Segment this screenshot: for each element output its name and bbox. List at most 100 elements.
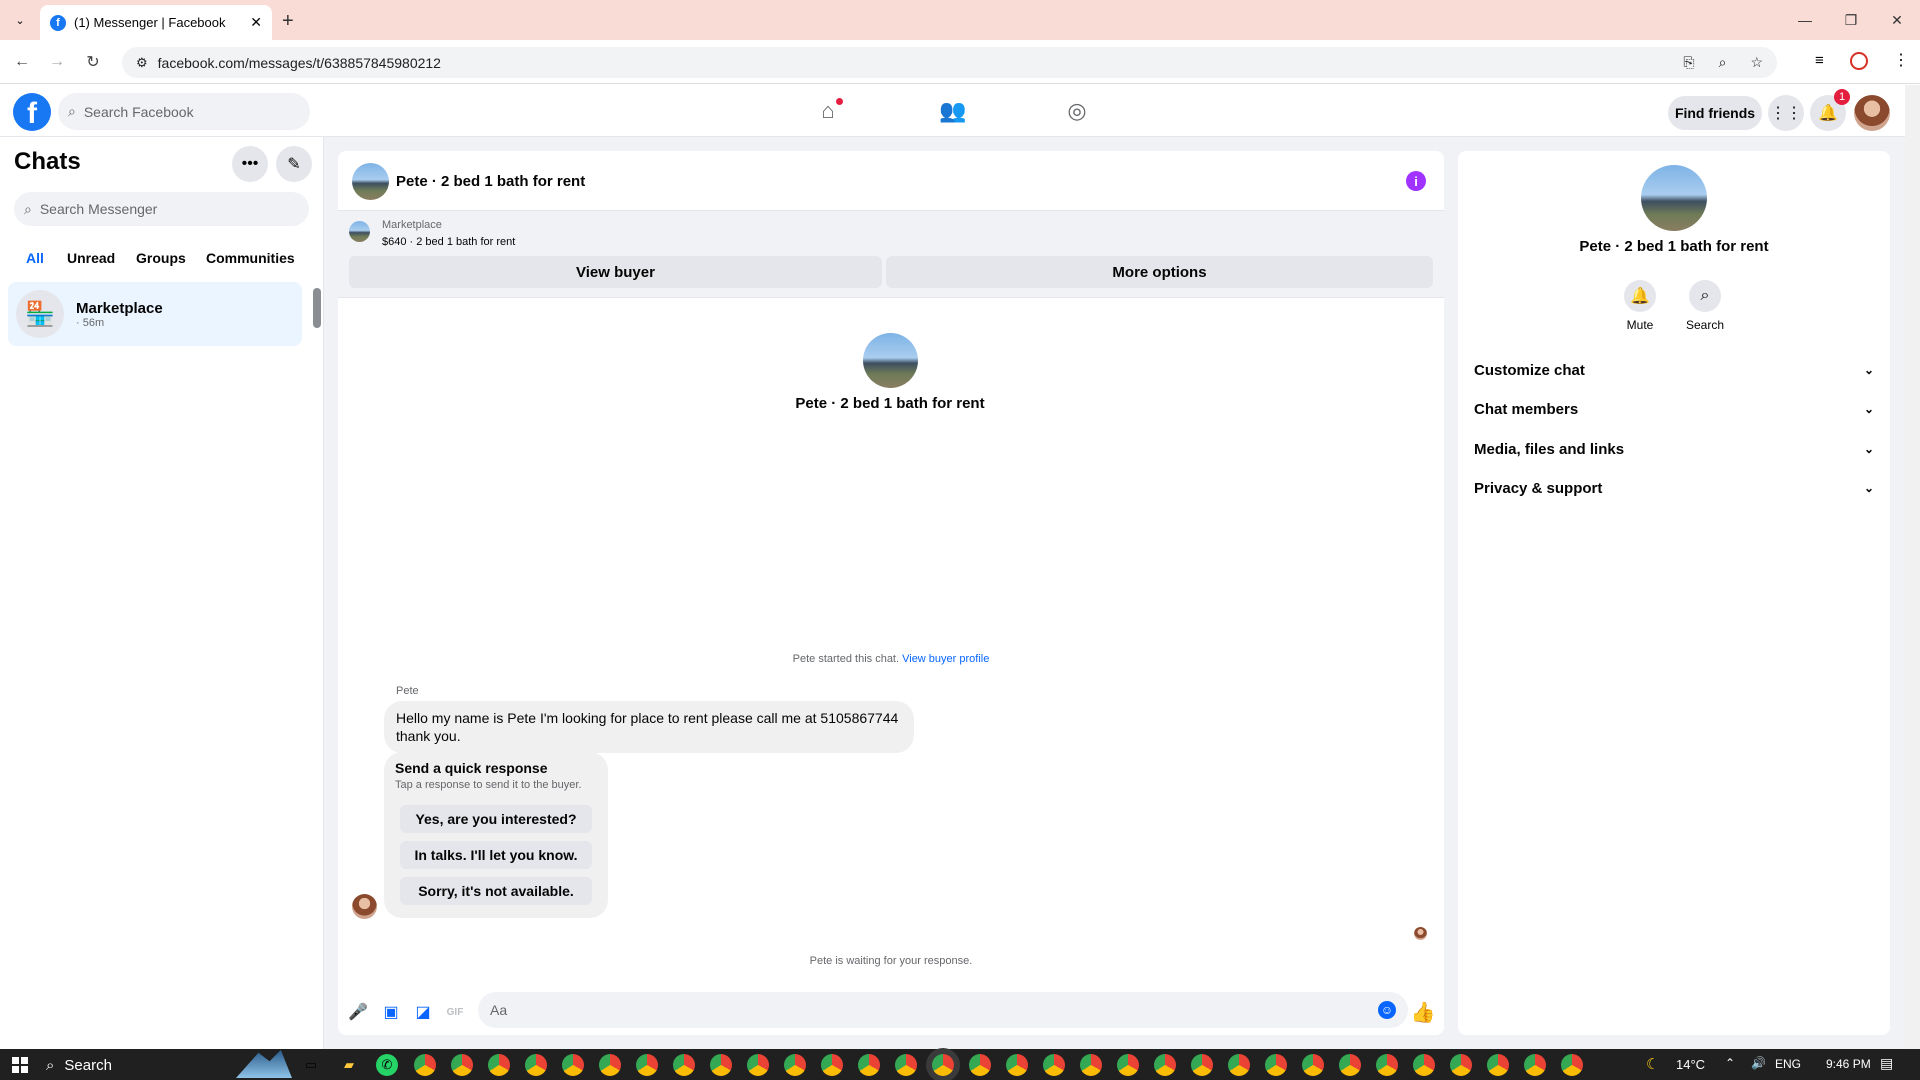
filter-communities[interactable]: Communities bbox=[206, 246, 295, 272]
whatsapp-icon[interactable]: ✆ bbox=[376, 1054, 398, 1076]
chrome-icon[interactable] bbox=[414, 1054, 436, 1076]
tab-search-icon[interactable]: ⌄ bbox=[10, 10, 30, 30]
chrome-icon[interactable] bbox=[1043, 1054, 1065, 1076]
chrome-icon[interactable] bbox=[1450, 1054, 1472, 1076]
browser-tab[interactable]: f (1) Messenger | Facebook ✕ bbox=[40, 5, 272, 40]
clock-time[interactable]: 9:46 PM bbox=[1826, 1057, 1871, 1071]
chrome-icon[interactable] bbox=[525, 1054, 547, 1076]
account-avatar[interactable] bbox=[1854, 95, 1890, 131]
quick-reply-button[interactable]: Sorry, it's not available. bbox=[400, 877, 592, 905]
forward-icon[interactable]: → bbox=[43, 48, 71, 76]
chrome-icon[interactable] bbox=[673, 1054, 695, 1076]
volume-icon[interactable]: 🔊 bbox=[1751, 1056, 1766, 1070]
zoom-icon[interactable]: ⌕ bbox=[1719, 54, 1727, 71]
section-customize-chat[interactable]: Customize chat ⌄ bbox=[1472, 354, 1876, 386]
page-scrollbar[interactable] bbox=[1905, 85, 1920, 1049]
chrome-icon[interactable] bbox=[784, 1054, 806, 1076]
chrome-icon[interactable] bbox=[858, 1054, 880, 1076]
sidebar-scrollbar[interactable] bbox=[313, 288, 321, 328]
microphone-icon[interactable]: 🎤 bbox=[347, 1001, 369, 1023]
close-window-icon[interactable]: ✕ bbox=[1874, 0, 1920, 40]
messenger-search-input[interactable]: ⌕ Search Messenger bbox=[14, 192, 309, 226]
chrome-icon[interactable] bbox=[1080, 1054, 1102, 1076]
menu-grid-icon[interactable]: ⋮⋮ bbox=[1768, 95, 1804, 131]
chrome-icon[interactable] bbox=[488, 1054, 510, 1076]
chrome-icon[interactable] bbox=[1339, 1054, 1361, 1076]
back-icon[interactable]: ← bbox=[8, 48, 36, 76]
chrome-icon[interactable] bbox=[1191, 1054, 1213, 1076]
chrome-icon[interactable] bbox=[1302, 1054, 1324, 1076]
message-bubble[interactable]: Hello my name is Pete I'm looking for pl… bbox=[384, 701, 914, 753]
header-avatar[interactable] bbox=[352, 163, 389, 200]
task-view-icon[interactable]: ▭ bbox=[300, 1054, 322, 1076]
new-message-icon[interactable]: ✎ bbox=[276, 146, 312, 182]
address-bar[interactable]: ⚙ facebook.com/messages/t/63885784598021… bbox=[122, 47, 1777, 78]
chrome-icon[interactable] bbox=[747, 1054, 769, 1076]
chrome-icon[interactable] bbox=[969, 1054, 991, 1076]
minimize-icon[interactable]: — bbox=[1782, 0, 1828, 40]
chrome-icon[interactable] bbox=[1117, 1054, 1139, 1076]
filter-unread[interactable]: Unread bbox=[67, 246, 115, 272]
chats-options-icon[interactable]: ••• bbox=[232, 146, 268, 182]
chrome-icon[interactable] bbox=[1561, 1054, 1583, 1076]
view-buyer-button[interactable]: View buyer bbox=[349, 256, 882, 288]
photo-icon[interactable]: ▣ bbox=[380, 1001, 402, 1023]
weather-moon-icon[interactable]: ☾ bbox=[1646, 1055, 1659, 1073]
chat-list-item[interactable]: 🏪 Marketplace · 56m bbox=[8, 282, 302, 346]
chrome-icon[interactable] bbox=[1265, 1054, 1287, 1076]
profile-icon[interactable] bbox=[1850, 52, 1868, 70]
sticker-icon[interactable]: ◪ bbox=[412, 1001, 434, 1023]
details-avatar[interactable] bbox=[1641, 165, 1707, 231]
gif-icon[interactable]: GIF bbox=[444, 1001, 466, 1023]
notification-center-icon[interactable]: ▤ bbox=[1880, 1055, 1893, 1072]
mute-bell-icon[interactable]: 🔔 bbox=[1624, 280, 1656, 312]
section-privacy-support[interactable]: Privacy & support ⌄ bbox=[1472, 472, 1876, 504]
tray-chevron-icon[interactable]: ⌃ bbox=[1725, 1056, 1735, 1070]
quick-reply-button[interactable]: Yes, are you interested? bbox=[400, 805, 592, 833]
chrome-icon[interactable] bbox=[562, 1054, 584, 1076]
more-options-button[interactable]: More options bbox=[886, 256, 1433, 288]
profile-avatar[interactable] bbox=[863, 333, 918, 388]
chrome-icon[interactable] bbox=[1154, 1054, 1176, 1076]
browser-menu-icon[interactable]: ⋮ bbox=[1893, 50, 1909, 70]
filter-all[interactable]: All bbox=[26, 246, 44, 272]
chrome-icon[interactable] bbox=[1487, 1054, 1509, 1076]
reload-icon[interactable]: ↻ bbox=[79, 48, 107, 76]
info-icon[interactable]: i bbox=[1406, 171, 1426, 191]
section-media-files-links[interactable]: Media, files and links ⌄ bbox=[1472, 433, 1876, 465]
chrome-icon[interactable] bbox=[821, 1054, 843, 1076]
groups-icon[interactable]: ◎ bbox=[1057, 96, 1097, 126]
chrome-icon[interactable] bbox=[1376, 1054, 1398, 1076]
listing-price-title[interactable]: $640 · 2 bed 1 bath for rent bbox=[382, 236, 515, 248]
install-app-icon[interactable]: ⎘ bbox=[1683, 54, 1694, 71]
find-friends-button[interactable]: Find friends bbox=[1668, 96, 1762, 130]
filter-groups[interactable]: Groups bbox=[136, 246, 186, 272]
weather-temp[interactable]: 14°C bbox=[1676, 1057, 1705, 1072]
chrome-icon-active[interactable] bbox=[932, 1054, 954, 1076]
taskbar-search[interactable]: ⌕ Search bbox=[46, 1057, 112, 1074]
quick-reply-button[interactable]: In talks. I'll let you know. bbox=[400, 841, 592, 869]
bookmark-star-icon[interactable]: ☆ bbox=[1750, 54, 1763, 71]
thumbs-up-icon[interactable]: 👍 bbox=[1411, 1001, 1436, 1024]
chrome-icon[interactable] bbox=[1524, 1054, 1546, 1076]
chrome-icon[interactable] bbox=[451, 1054, 473, 1076]
close-tab-icon[interactable]: ✕ bbox=[250, 14, 262, 31]
chrome-icon[interactable] bbox=[895, 1054, 917, 1076]
chrome-icon[interactable] bbox=[599, 1054, 621, 1076]
chrome-icon[interactable] bbox=[636, 1054, 658, 1076]
view-buyer-profile-link[interactable]: View buyer profile bbox=[902, 653, 989, 665]
language-indicator[interactable]: ENG bbox=[1775, 1057, 1801, 1071]
restore-icon[interactable]: ❐ bbox=[1828, 0, 1874, 40]
file-explorer-icon[interactable]: ▰ bbox=[338, 1054, 360, 1076]
message-input[interactable]: Aa ☺ bbox=[478, 992, 1408, 1028]
chrome-icon[interactable] bbox=[1006, 1054, 1028, 1076]
chrome-icon[interactable] bbox=[1413, 1054, 1435, 1076]
site-info-icon[interactable]: ⚙ bbox=[136, 55, 148, 71]
facebook-search-input[interactable]: ⌕ Search Facebook bbox=[58, 93, 310, 130]
search-conversation-icon[interactable]: ⌕ bbox=[1689, 280, 1721, 312]
chrome-icon[interactable] bbox=[710, 1054, 732, 1076]
chrome-icon[interactable] bbox=[1228, 1054, 1250, 1076]
sender-avatar[interactable] bbox=[352, 894, 377, 919]
friends-icon[interactable]: 👥 bbox=[933, 96, 973, 126]
conversation-title[interactable]: Pete · 2 bed 1 bath for rent bbox=[396, 173, 585, 190]
